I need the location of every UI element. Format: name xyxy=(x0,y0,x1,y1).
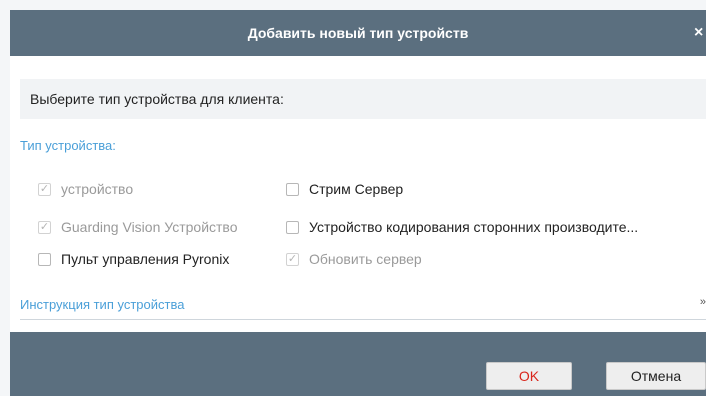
ok-button[interactable]: OK xyxy=(486,362,572,390)
device-type-label-text: устройство xyxy=(61,181,134,197)
device-type-label: Тип устройства: xyxy=(20,138,116,153)
device-type-option: ✓ устройство xyxy=(38,181,133,197)
instruction-text: Выберите тип устройства для клиента: xyxy=(30,91,284,107)
instruction-box: Выберите тип устройства для клиента: xyxy=(20,79,706,119)
device-type-instruction-link[interactable]: Инструкция тип устройства xyxy=(20,297,184,312)
dialog-footer: OK Отмена xyxy=(10,332,706,396)
device-type-label-text: Guarding Vision Устройство xyxy=(61,219,238,235)
device-type-option[interactable]: Устройство кодирования сторонних произво… xyxy=(286,219,638,235)
device-type-option[interactable]: Пульт управления Pyronix xyxy=(38,251,229,267)
close-icon[interactable]: × xyxy=(694,23,706,43)
dialog-titlebar: Добавить новый тип устройств × xyxy=(10,10,706,56)
checkbox-checked-icon: ✓ xyxy=(38,182,51,196)
device-type-label-text[interactable]: Устройство кодирования сторонних произво… xyxy=(309,219,638,235)
device-type-option: ✓ Guarding Vision Устройство xyxy=(38,219,238,235)
expand-icon[interactable]: » xyxy=(700,296,706,308)
device-type-label-text[interactable]: Пульт управления Pyronix xyxy=(61,251,229,267)
checkbox-checked-icon: ✓ xyxy=(286,252,299,266)
dialog-content: Выберите тип устройства для клиента: Тип… xyxy=(10,56,706,332)
checkbox-icon[interactable] xyxy=(286,220,299,234)
device-type-option: ✓ Обновить сервер xyxy=(286,251,422,267)
device-type-label-text[interactable]: Стрим Сервер xyxy=(309,181,403,197)
divider xyxy=(20,319,706,320)
dialog-title: Добавить новый тип устройств xyxy=(247,25,469,41)
device-type-label-text: Обновить сервер xyxy=(309,251,422,267)
device-type-option[interactable]: Стрим Сервер xyxy=(286,181,403,197)
checkbox-icon[interactable] xyxy=(38,252,51,266)
add-device-type-dialog: Добавить новый тип устройств × Выберите … xyxy=(0,0,706,396)
cancel-button[interactable]: Отмена xyxy=(606,362,706,390)
checkbox-icon[interactable] xyxy=(286,182,299,196)
checkbox-checked-icon: ✓ xyxy=(38,220,51,234)
